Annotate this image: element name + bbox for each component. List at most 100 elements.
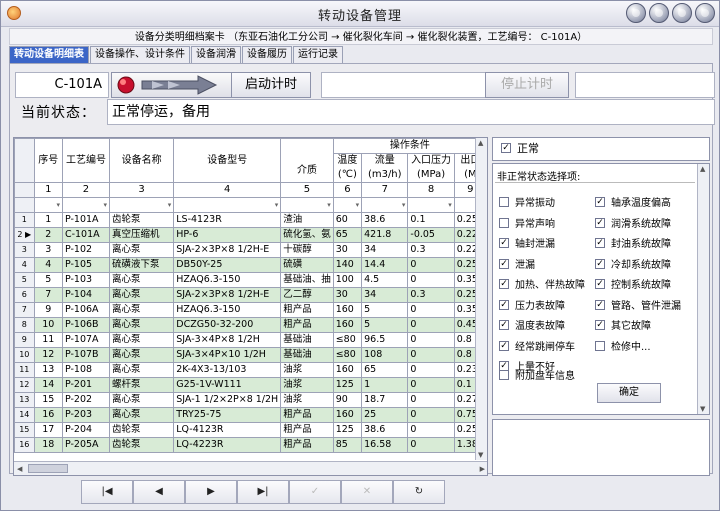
grid-vertical-scrollbar[interactable]: ▲ ▼ bbox=[475, 138, 487, 460]
minimize-button[interactable] bbox=[649, 3, 669, 23]
abnormal-option[interactable]: ✓ 控制系统故障 bbox=[595, 276, 671, 291]
abnormal-option-checkbox[interactable]: ✓ bbox=[499, 320, 509, 330]
cell-no[interactable]: 14 bbox=[33, 377, 63, 393]
cell-name[interactable]: 齿轮泵 bbox=[108, 422, 175, 438]
cell-model[interactable]: DB50Y-25 bbox=[173, 257, 282, 273]
cell-code[interactable]: P-202 bbox=[61, 392, 110, 408]
cell-no[interactable]: 16 bbox=[33, 407, 63, 423]
cell-medium[interactable]: 油浆 bbox=[280, 362, 334, 378]
table-row[interactable]: 6 7 P-104 离心泵 SJA-2×3P×8 1/2H-E 乙二醇 30 34 0.3 0.2… bbox=[14, 287, 487, 303]
cell-flow[interactable]: 96.5 bbox=[361, 332, 409, 348]
filter-cell[interactable]: ▾ bbox=[33, 197, 63, 213]
cell-flow[interactable]: 38.6 bbox=[361, 422, 409, 438]
abnormal-option[interactable]: ✓ 轴封泄漏 bbox=[499, 235, 555, 250]
cell-inlet[interactable]: 0 bbox=[407, 347, 455, 363]
cell-model[interactable]: TRY25-75 bbox=[173, 407, 282, 423]
abnormal-option-checkbox[interactable]: ✓ bbox=[499, 258, 509, 269]
cell-model[interactable]: SJA-3×4P×8 1/2H bbox=[173, 332, 282, 348]
stop-time-field[interactable] bbox=[575, 72, 715, 98]
scroll-right-arrow-icon[interactable]: ▶ bbox=[480, 465, 485, 473]
abnormal-option[interactable]: ✓ 冷却系统故障 bbox=[595, 256, 671, 271]
status-indicator-button[interactable] bbox=[111, 72, 239, 98]
tab-equipment-list[interactable]: 转动设备明细表 bbox=[9, 46, 89, 63]
abnormal-option-checkbox[interactable]: ✓ bbox=[499, 361, 509, 371]
cell-name[interactable]: 齿轮泵 bbox=[108, 437, 175, 453]
cell-no[interactable]: 11 bbox=[33, 332, 63, 348]
abnormal-option-checkbox[interactable]: ✓ bbox=[595, 238, 605, 248]
table-row[interactable]: 10 12 P-107B 离心泵 SJA-3×4P×10 1/2H 基础油 ≤80 108 0 0… bbox=[14, 347, 487, 363]
cell-name[interactable]: 硫磺液下泵 bbox=[108, 257, 175, 273]
cell-temp[interactable]: ≤80 bbox=[332, 347, 363, 363]
cell-flow[interactable]: 5 bbox=[361, 302, 409, 318]
cell-model[interactable]: G25-1V-W111 bbox=[173, 377, 282, 393]
cell-code[interactable]: P-108 bbox=[61, 362, 110, 378]
cell-medium[interactable]: 渣油 bbox=[280, 212, 334, 228]
tab-lubrication[interactable]: 设备润滑 bbox=[191, 46, 241, 63]
cell-code[interactable]: P-107A bbox=[61, 332, 110, 348]
row-indicator[interactable]: 10 bbox=[14, 347, 35, 363]
title-bar[interactable]: 转动设备管理 bbox=[1, 1, 719, 27]
cell-temp[interactable]: 65 bbox=[332, 227, 363, 243]
cell-model[interactable]: SJA-1 1/2×2P×8 1/2H bbox=[173, 392, 282, 408]
abnormal-option[interactable]: ✓ 加热、伴热故障 bbox=[499, 276, 585, 291]
cell-inlet[interactable]: 0.3 bbox=[407, 242, 455, 258]
abnormal-option-checkbox[interactable]: ✓ bbox=[595, 217, 605, 228]
cancel-edit-button[interactable]: ✕ bbox=[341, 480, 393, 504]
cell-model[interactable]: LS-4123R bbox=[173, 212, 282, 228]
row-indicator[interactable]: 9 bbox=[14, 332, 35, 348]
cell-flow[interactable]: 34 bbox=[361, 287, 409, 303]
cell-code[interactable]: P-203 bbox=[61, 407, 110, 423]
cell-model[interactable]: SJA-3×4P×10 1/2H bbox=[173, 347, 282, 363]
abnormal-option[interactable]: ✓ 润滑系统故障 bbox=[595, 215, 671, 230]
cell-no[interactable]: 5 bbox=[33, 272, 63, 288]
cell-inlet[interactable]: 0 bbox=[407, 302, 455, 318]
cell-no[interactable]: 1 bbox=[33, 212, 63, 228]
table-row[interactable]: 1 1 P-101A 齿轮泵 LS-4123R 渣油 60 38.6 0.1 0.25 bbox=[14, 212, 487, 228]
cell-medium[interactable]: 粗产品 bbox=[280, 407, 334, 423]
cell-code[interactable]: P-102 bbox=[61, 242, 110, 258]
cell-temp[interactable]: 60 bbox=[332, 212, 363, 228]
last-record-button[interactable]: ▶| bbox=[237, 480, 289, 504]
abnormal-option[interactable]: ✓ 封油系统故障 bbox=[595, 235, 671, 250]
cell-temp[interactable]: 140 bbox=[332, 257, 363, 273]
tab-history[interactable]: 设备履历 bbox=[242, 46, 292, 63]
cell-model[interactable]: HP-6 bbox=[173, 227, 282, 243]
equipment-grid[interactable]: 序号 工艺编号 设备名称 设备型号 介质 操作条件 温度 (℃) 流量 (m3/h)… bbox=[13, 137, 488, 476]
cell-inlet[interactable]: 0 bbox=[407, 317, 455, 333]
cell-model[interactable]: DCZG50-32-200 bbox=[173, 317, 282, 333]
stop-timing-button[interactable]: 停止计时 bbox=[485, 72, 569, 98]
cell-inlet[interactable]: 0 bbox=[407, 362, 455, 378]
abnormal-option[interactable]: ✓ 其它故障 bbox=[595, 317, 651, 332]
cell-name[interactable]: 齿轮泵 bbox=[108, 212, 175, 228]
cell-code[interactable]: P-101A bbox=[61, 212, 110, 228]
abnormal-option-checkbox[interactable]: ✓ bbox=[595, 299, 605, 310]
cell-code[interactable]: P-104 bbox=[61, 287, 110, 303]
cell-code[interactable]: P-106B bbox=[61, 317, 110, 333]
normal-checkbox-row[interactable]: ✓ 正常 bbox=[492, 137, 710, 161]
filter-cell[interactable]: ▾ bbox=[173, 197, 282, 213]
cell-name[interactable]: 真空压缩机 bbox=[108, 227, 175, 243]
cell-temp[interactable]: 125 bbox=[332, 377, 363, 393]
start-timing-button[interactable]: 启动计时 bbox=[231, 72, 311, 98]
cell-name[interactable]: 离心泵 bbox=[108, 362, 175, 378]
abnormal-option-checkbox[interactable]: ✓ bbox=[595, 197, 605, 207]
row-indicator[interactable]: 5 bbox=[14, 272, 35, 288]
cell-flow[interactable]: 16.58 bbox=[361, 437, 409, 453]
cell-code[interactable]: P-205A bbox=[61, 437, 110, 453]
abnormal-option-checkbox[interactable]: ✓ bbox=[499, 340, 509, 351]
table-row[interactable]: 2 ▶ 2 C-101A 真空压缩机 HP-6 硫化氢、氨 65 421.8 -0.05 0.22 bbox=[14, 227, 487, 243]
cell-name[interactable]: 离心泵 bbox=[108, 302, 175, 318]
cell-temp[interactable]: 90 bbox=[332, 392, 363, 408]
abnormal-option-checkbox[interactable]: ✓ bbox=[499, 299, 509, 310]
cell-no[interactable]: 17 bbox=[33, 422, 63, 438]
row-indicator[interactable]: 12 bbox=[14, 377, 35, 393]
filter-cell[interactable]: ▾ bbox=[61, 197, 110, 213]
cell-no[interactable]: 3 bbox=[33, 242, 63, 258]
cell-code[interactable]: P-204 bbox=[61, 422, 110, 438]
cell-medium[interactable]: 粗产品 bbox=[280, 302, 334, 318]
help-button[interactable] bbox=[626, 3, 646, 23]
abnormal-option-checkbox[interactable]: ✓ bbox=[499, 279, 509, 289]
cell-medium[interactable]: 十碳醇 bbox=[280, 242, 334, 258]
abnormal-option-checkbox[interactable]: ✓ bbox=[595, 320, 605, 330]
cell-flow[interactable]: 14.4 bbox=[361, 257, 409, 273]
